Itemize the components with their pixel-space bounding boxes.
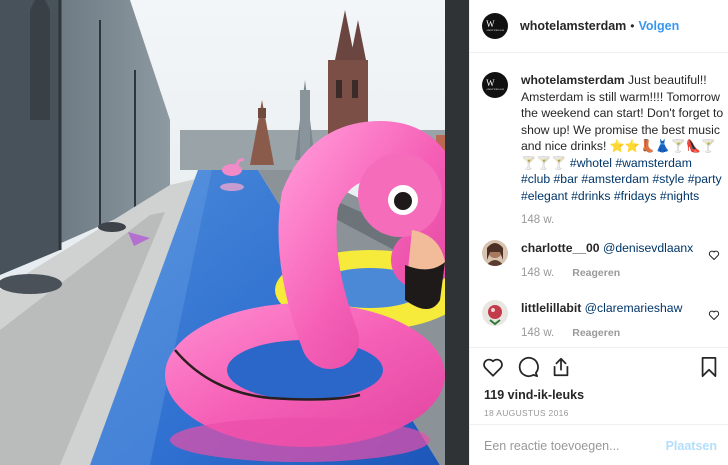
comment-icon[interactable] <box>517 356 539 378</box>
user-avatar[interactable] <box>482 300 508 326</box>
separator-dot: • <box>630 19 635 33</box>
comment-age[interactable]: 148 w. <box>521 327 554 339</box>
bookmark-icon[interactable] <box>698 356 720 378</box>
comment-item: charlotte__00 @denisevdlaanx 148 w. Reag… <box>482 240 724 279</box>
avatar-photo-icon <box>482 240 508 266</box>
like-comment-heart-icon[interactable] <box>708 309 720 321</box>
reply-button[interactable]: Reageren <box>572 267 620 279</box>
comment-item: littlelillabit @claremarieshaw 148 w. Re… <box>482 300 724 339</box>
rooftop-pool-flamingo-image <box>0 0 469 465</box>
hashtag[interactable]: #club <box>521 172 550 186</box>
caption-age[interactable]: 148 w. <box>521 214 554 226</box>
comment-text-block: charlotte__00 @denisevdlaanx <box>521 240 724 257</box>
comment-mention[interactable]: @claremarieshaw <box>585 301 683 315</box>
hashtag[interactable]: #bar <box>554 172 578 186</box>
caption-avatar[interactable]: W AMSTERDAM <box>482 72 508 98</box>
share-icon[interactable] <box>550 356 572 378</box>
caption-meta: 148 w. <box>521 214 724 226</box>
hashtag[interactable]: #party <box>688 172 722 186</box>
post-comment-button[interactable]: Plaatsen <box>666 439 717 453</box>
post-side-panel: W AMSTERDAM whotelamsterdam • Volgen W A… <box>469 0 728 465</box>
comment-username[interactable]: charlotte__00 <box>521 241 600 255</box>
user-avatar[interactable] <box>482 240 508 266</box>
header-username[interactable]: whotelamsterdam <box>520 19 626 33</box>
like-comment-heart-icon[interactable] <box>708 249 720 261</box>
follow-button[interactable]: Volgen <box>638 19 679 33</box>
hashtag[interactable]: #whotel <box>570 156 612 170</box>
comment-age[interactable]: 148 w. <box>521 267 554 279</box>
hashtag[interactable]: #fridays <box>614 189 657 203</box>
heart-icon[interactable] <box>482 356 504 378</box>
post-header: W AMSTERDAM whotelamsterdam • Volgen <box>470 0 728 53</box>
w-hotel-logo: W AMSTERDAM <box>486 77 504 91</box>
hashtag[interactable]: #style <box>652 172 684 186</box>
comment-meta: 148 w. Reageren <box>521 267 724 279</box>
add-comment-bar: Plaatsen <box>470 424 728 465</box>
comment-username[interactable]: littlelillabit <box>521 301 581 315</box>
caption: W AMSTERDAM whotelamsterdam Just beautif… <box>482 72 724 226</box>
w-hotel-logo: W AMSTERDAM <box>486 18 504 32</box>
avatar-photo-icon <box>482 300 508 326</box>
hashtag[interactable]: #drinks <box>571 189 610 203</box>
hashtag[interactable]: #elegant <box>521 189 568 203</box>
account-avatar[interactable]: W AMSTERDAM <box>482 13 508 39</box>
hashtag[interactable]: #nights <box>660 189 699 203</box>
hashtag[interactable]: #amsterdam <box>581 172 649 186</box>
post-date[interactable]: 18 AUGUSTUS 2016 <box>484 408 569 418</box>
comment-meta: 148 w. Reageren <box>521 327 724 339</box>
caption-text-block: whotelamsterdam Just beautiful!! Amsterd… <box>521 72 724 204</box>
likes-count[interactable]: 119 vind-ik-leuks <box>484 388 584 402</box>
comment-text-block: littlelillabit @claremarieshaw <box>521 300 724 317</box>
comments-list[interactable]: W AMSTERDAM whotelamsterdam Just beautif… <box>470 54 728 346</box>
reply-button[interactable]: Reageren <box>572 327 620 339</box>
action-icons <box>482 356 722 380</box>
comment-mention[interactable]: @denisevdlaanx <box>603 241 693 255</box>
hashtag[interactable]: #wamsterdam <box>615 156 692 170</box>
caption-username[interactable]: whotelamsterdam <box>521 73 625 87</box>
post-photo[interactable] <box>0 0 469 465</box>
comment-input[interactable] <box>484 437 664 455</box>
